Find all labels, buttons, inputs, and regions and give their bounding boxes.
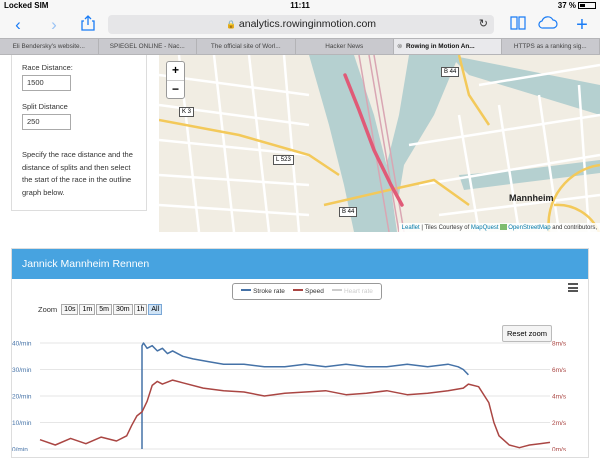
tab-bar: Eli Bendersky's website... SPIEGEL ONLIN… — [0, 38, 600, 55]
url-text: analytics.rowinginmotion.com — [239, 18, 376, 30]
y-left-tick-label: 0/min — [12, 447, 28, 452]
chart-card-title: Jannick Mannheim Rennen — [12, 249, 588, 279]
y-right-tick-label: 2m/s — [552, 420, 567, 427]
legend-item-speed[interactable]: Speed — [293, 284, 324, 299]
clock: 11:11 — [0, 1, 600, 10]
bookmarks-icon[interactable] — [508, 15, 528, 35]
attribution-tiles-text: | Tiles Courtesy of — [420, 225, 471, 231]
zoom-30m-button[interactable]: 30m — [113, 304, 133, 315]
y-left-tick-label: 20/min — [12, 394, 32, 401]
zoom-label: Zoom — [38, 305, 57, 314]
tab-2[interactable]: The official site of Worl... — [197, 39, 296, 54]
zoom-1h-button[interactable]: 1h — [134, 304, 148, 315]
map-zoom-control: + − — [166, 61, 185, 99]
legend-item-heart-rate[interactable]: Heart rate — [332, 284, 373, 299]
tab-1[interactable]: SPIEGEL ONLINE - Nac... — [99, 39, 198, 54]
status-bar: Locked SIM 11:11 37 % — [0, 0, 600, 12]
zoom-in-button[interactable]: + — [167, 62, 184, 80]
tab-5[interactable]: HTTPS as a ranking sig... — [502, 39, 600, 54]
road-label-k3: K 3 — [179, 107, 194, 117]
tab-0[interactable]: Eli Bendersky's website... — [0, 39, 99, 54]
close-tab-icon[interactable]: ⊗ — [397, 39, 402, 54]
y-right-tick-label: 6m/s — [552, 367, 567, 374]
chart-card: Jannick Mannheim Rennen Stroke rate Spee… — [11, 248, 589, 458]
race-settings-panel: Race Distance: 1500 Split Distance 250 S… — [11, 55, 147, 211]
tab-3[interactable]: Hacker News — [296, 39, 395, 54]
speed-line[interactable] — [40, 380, 550, 448]
lock-icon: 🔒 — [226, 20, 236, 29]
tab-4-label: Rowing in Motion An... — [406, 43, 475, 50]
zoom-1m-button[interactable]: 1m — [79, 304, 95, 315]
y-left-tick-label: 10/min — [12, 420, 32, 427]
legend-item-stroke-rate[interactable]: Stroke rate — [241, 284, 285, 299]
battery-indicator: 37 % — [558, 1, 596, 10]
y-right-tick-label: 0m/s — [552, 447, 567, 452]
new-tab-icon[interactable]: + — [572, 15, 592, 35]
share-icon[interactable] — [78, 15, 98, 35]
osm-link[interactable]: OpenStreetMap — [508, 225, 550, 231]
osm-icon — [500, 224, 507, 230]
map-tiles — [159, 55, 600, 232]
zoom-out-button[interactable]: − — [167, 80, 184, 98]
city-label: Mannheim — [509, 193, 554, 203]
leaflet-link[interactable]: Leaflet — [402, 225, 420, 231]
battery-icon — [578, 2, 596, 9]
map[interactable]: + − B 44 K 3 L 523 B 44 Mannheim Leaflet… — [159, 55, 600, 232]
y-left-tick-label: 30/min — [12, 367, 32, 374]
chart-plot[interactable]: 40/min 30/min 20/min 10/min 0/min 8m/s 6m/s 4m… — [12, 331, 588, 451]
road-label-b44-top: B 44 — [441, 67, 459, 77]
forward-icon[interactable]: › — [44, 15, 64, 35]
address-bar[interactable]: 🔒analytics.rowinginmotion.com ↻ — [108, 15, 494, 34]
browser-toolbar: ‹ › 🔒analytics.rowinginmotion.com ↻ + — [0, 12, 600, 38]
back-icon[interactable]: ‹ — [8, 15, 28, 35]
y-left-tick-label: 40/min — [12, 341, 32, 348]
race-distance-label: Race Distance: — [22, 63, 73, 72]
attribution-contributors-text: and contributors, — [551, 225, 597, 231]
race-distance-input[interactable]: 1500 — [22, 75, 71, 91]
y-right-tick-label: 4m/s — [552, 394, 567, 401]
cloud-icon[interactable] — [538, 15, 558, 35]
reload-icon[interactable]: ↻ — [479, 15, 488, 34]
chart-menu-icon[interactable] — [568, 283, 578, 292]
split-distance-label: Split Distance — [22, 102, 68, 111]
y-right-tick-label: 8m/s — [552, 341, 567, 348]
zoom-10s-button[interactable]: 10s — [61, 304, 78, 315]
zoom-all-button[interactable]: All — [148, 304, 162, 315]
split-distance-input[interactable]: 250 — [22, 114, 71, 130]
chart-legend: Stroke rate Speed Heart rate — [232, 283, 382, 300]
road-label-l523: L 523 — [273, 155, 294, 165]
road-label-b44-bottom: B 44 — [339, 207, 357, 217]
mapquest-link[interactable]: MapQuest — [471, 225, 499, 231]
zoom-5m-button[interactable]: 5m — [96, 304, 112, 315]
battery-percent: 37 % — [558, 1, 576, 10]
map-attribution: Leaflet | Tiles Courtesy of MapQuest Ope… — [399, 223, 600, 232]
chart-zoom-selector: Zoom 10s 1m 5m 30m 1h All — [38, 304, 163, 315]
tab-4-active[interactable]: ⊗ Rowing in Motion An... — [394, 39, 502, 54]
panel-description: Specify the race distance and the distan… — [22, 149, 140, 199]
